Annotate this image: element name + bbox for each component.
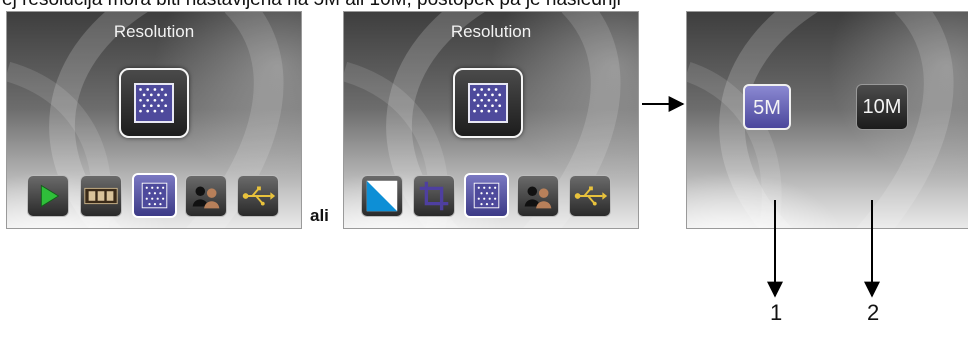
annotation-arrows (642, 96, 880, 298)
callout-number-2: 2 (867, 300, 880, 325)
callout-number-1: 1 (770, 300, 783, 325)
